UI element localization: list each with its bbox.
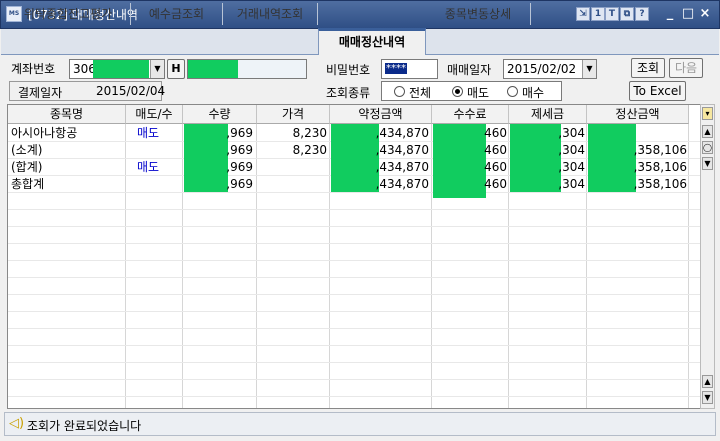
col-header-fee: 수수료 [432,105,509,124]
row-divider [8,379,701,380]
cell-amount: ,434,870 [375,177,429,191]
cell-fee: 460 [484,160,507,174]
cell-name: (합계) [11,160,43,174]
row-divider [8,260,701,261]
row-divider [8,209,701,210]
password-input[interactable]: **** [381,59,438,79]
cell-price [257,159,327,176]
cell-name: 총합계 [11,177,45,191]
scroll-top-icon[interactable]: ▲ [702,125,713,138]
tab-stock-change[interactable]: 종목변동상세 [426,3,531,25]
lock-icon[interactable]: ▾ [702,107,713,120]
text-icon[interactable]: T [605,7,619,21]
row-divider [8,362,701,363]
cell-price: 8,230 [292,143,327,157]
tab-transactions[interactable]: 거래내역조회 [223,3,318,25]
cell-price [257,176,327,193]
chevron-down-icon[interactable]: ▼ [150,60,164,78]
account-name-redaction [188,60,238,78]
col-header-price: 가격 [257,105,330,124]
row-divider [8,311,701,312]
minimize-icon[interactable]: _ [663,6,677,22]
cell-amount: ,434,870 [375,160,429,174]
scroll-prev-icon[interactable]: ▲ [702,375,713,388]
row-divider [8,328,701,329]
radio-buy-label: 매수 [522,86,545,100]
calendar-dropdown-icon[interactable]: ▼ [582,60,596,78]
query-type-label: 조회종류 [326,86,371,100]
col-header-amount: 약정금액 [330,105,432,124]
cell-price: 8,230 [292,126,327,140]
radio-all-label: 전체 [409,86,432,100]
cell-qty: ,969 [226,177,253,191]
row-divider [8,294,701,295]
close-icon[interactable]: × [698,6,712,22]
cell-qty: ,969 [226,160,253,174]
settlement-table: 종목명 매도/수 수량 가격 약정금액 수수료 제세금 정산금액 아시아나항공 … [7,104,702,409]
status-message: 조회가 완료되었습니다 [27,419,142,433]
cell-side: 매도 [137,160,160,174]
settle-date-label: 결제일자 [18,86,63,100]
cell-amount: ,434,870 [375,126,429,140]
cell-name: (소계) [11,143,43,157]
radio-buy[interactable] [507,86,518,97]
account-label: 계좌번호 [11,62,56,76]
password-label: 비밀번호 [326,63,371,77]
settle-date-value: 2015/02/04 [96,84,166,98]
cell-fee: 460 [484,143,507,157]
col-header-side: 매도/수 [126,105,183,124]
vertical-scrollbar[interactable]: ▾ ▲ ◯ ▼ ▲ ▼ [700,104,715,409]
row-divider [8,277,701,278]
cell-tax: ,304 [558,143,585,157]
cell-fee: 460 [484,177,507,191]
trade-date-label: 매매일자 [447,63,492,77]
cell-side: 매도 [137,126,160,140]
account-redaction [93,60,149,78]
radio-all[interactable] [394,86,405,97]
scroll-up-icon[interactable]: ◯ [702,141,713,154]
speaker-icon: ◁) [9,416,25,431]
status-bar: ◁) 조회가 완료되었습니다 [4,412,716,436]
tab-portfolio[interactable]: 위탁종합잔고평가 [6,3,131,25]
cell-fee: 460 [484,126,507,140]
cell-qty: ,969 [226,143,253,157]
help-icon[interactable]: ? [635,7,649,21]
restore-icon[interactable]: □ [681,6,695,22]
cell-tax: ,304 [558,126,585,140]
tab-settlement[interactable]: 매매정산내역 [318,28,426,55]
scroll-bottom-icon[interactable]: ▼ [702,157,713,170]
row-divider [8,226,701,227]
tab-deposit[interactable]: 예수금조회 [131,3,223,25]
row-divider [8,243,701,244]
row-divider [8,345,701,346]
window-icon[interactable]: ⧉ [620,7,634,21]
cell-amount: ,434,870 [375,143,429,157]
password-value: **** [385,63,407,74]
col-header-qty: 수량 [183,105,257,124]
cell-tax: ,304 [558,160,585,174]
row-divider [8,396,701,397]
cell-settle: ,358,106 [633,143,687,157]
cell-qty: ,969 [226,126,253,140]
col-header-name: 종목명 [8,105,126,124]
radio-sell-label: 매도 [467,86,490,100]
col-header-settle: 정산금액 [587,105,689,124]
radio-sell[interactable] [452,86,463,97]
scroll-next-icon[interactable]: ▼ [702,391,713,404]
export-icon[interactable]: ⇲ [576,7,590,21]
h-button[interactable]: H [167,59,185,79]
cell-settle: ,358,106 [633,160,687,174]
query-button[interactable]: 조회 [631,58,665,78]
cell-tax: ,304 [558,177,585,191]
info-icon[interactable]: 1 [591,7,605,21]
cell-name: 아시아나항공 [11,126,78,140]
excel-button[interactable]: To Excel [629,81,686,101]
next-button[interactable]: 다음 [669,58,703,78]
cell-settle: ,358,106 [633,177,687,191]
trade-date-value: 2015/02/02 [507,62,577,76]
col-header-tax: 제세금 [509,105,587,124]
cell-settle [587,125,687,142]
